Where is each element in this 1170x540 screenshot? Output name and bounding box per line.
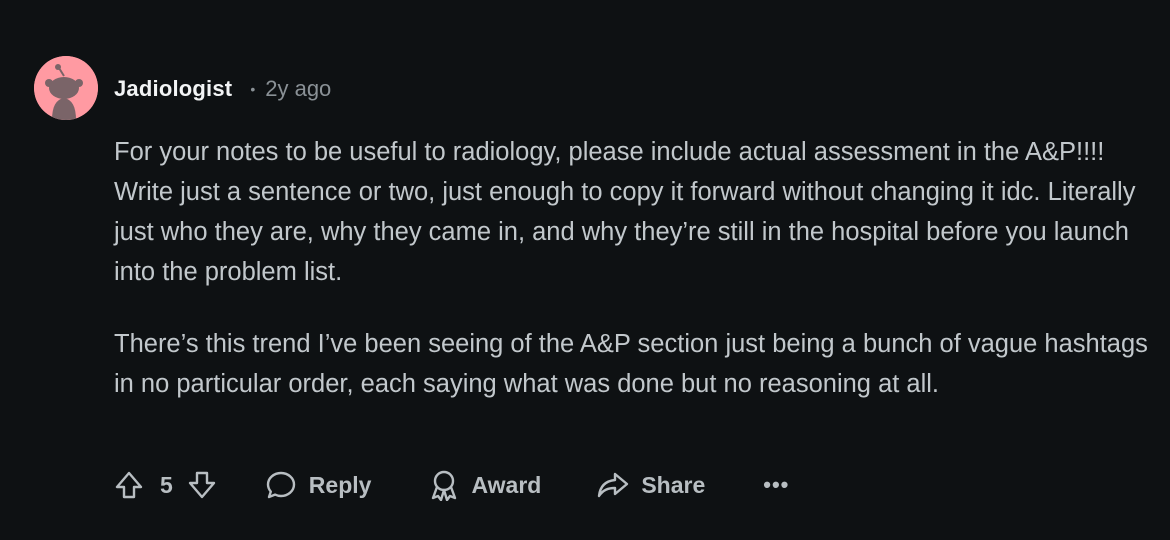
comment-body: For your notes to be useful to radiology…: [114, 132, 1154, 436]
more-options-icon: •••: [763, 472, 790, 497]
upvote-button[interactable]: [112, 468, 146, 502]
downvote-icon: [188, 471, 215, 499]
snoo-avatar-icon: [34, 56, 98, 120]
vote-count: 5: [160, 471, 173, 498]
author-username[interactable]: Jadiologist: [114, 76, 232, 102]
comment-paragraph-2: There’s this trend I’ve been seeing of t…: [114, 330, 1148, 398]
avatar[interactable]: [34, 56, 98, 120]
comment-header: Jadiologist • 2y ago: [114, 74, 331, 104]
share-arrow-icon: [598, 472, 629, 498]
share-button[interactable]: Share: [597, 469, 705, 501]
comment-timestamp[interactable]: 2y ago: [265, 76, 331, 102]
award-button[interactable]: Award: [429, 469, 541, 501]
award-label: Award: [471, 471, 542, 498]
comment: Jadiologist • 2y ago For your notes to b…: [0, 0, 1170, 540]
meta-separator: •: [250, 81, 256, 97]
share-label: Share: [641, 471, 706, 498]
upvote-icon: [115, 471, 143, 499]
downvote-button[interactable]: [185, 468, 219, 502]
award-icon: [432, 470, 457, 501]
comment-actions: 5 Reply Award Share •••: [112, 465, 789, 505]
reply-button[interactable]: Reply: [265, 469, 372, 501]
comment-paragraph-1: For your notes to be useful to radiology…: [114, 138, 1136, 286]
comment-bubble-icon: [266, 471, 295, 499]
more-options-button[interactable]: •••: [763, 472, 789, 498]
reply-label: Reply: [308, 471, 372, 498]
